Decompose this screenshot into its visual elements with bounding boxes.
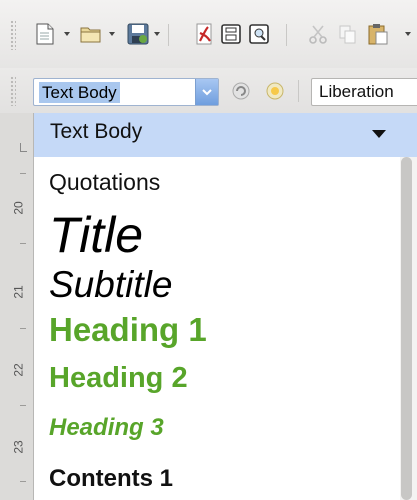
ruler-tick (20, 405, 26, 406)
toolbar-separator (298, 80, 299, 102)
export-pdf-icon[interactable] (192, 22, 216, 46)
style-list-scrollbar-thumb[interactable] (401, 157, 412, 500)
new-dropdown-arrow[interactable] (64, 32, 70, 36)
ruler-number: 21 (11, 285, 26, 299)
style-list-selected-label: Text Body (50, 120, 143, 143)
cut-icon[interactable] (306, 22, 330, 46)
vertical-ruler: 20 21 22 23 (0, 113, 34, 500)
ruler-corner (20, 143, 27, 152)
copy-icon[interactable] (336, 22, 360, 46)
ruler-number: 20 (11, 201, 26, 215)
ruler-tick (20, 328, 26, 329)
ruler-number: 22 (11, 363, 26, 377)
toolbar-separator (286, 24, 287, 46)
collapse-caret-icon[interactable] (372, 130, 386, 138)
style-option-heading-1[interactable]: Heading 1 (49, 311, 207, 349)
style-option-title[interactable]: Title (49, 206, 143, 264)
style-list-selected-row[interactable]: Text Body (34, 113, 417, 157)
style-option-heading-3[interactable]: Heading 3 (49, 414, 164, 442)
ruler-tick (20, 243, 26, 244)
font-name-combobox[interactable]: Liberation (311, 78, 417, 106)
ruler-number: 23 (11, 440, 26, 454)
print-icon[interactable] (219, 22, 243, 46)
save-dropdown-arrow[interactable] (154, 32, 160, 36)
style-option-subtitle[interactable]: Subtitle (49, 264, 172, 306)
toolbar-grip[interactable] (10, 76, 16, 106)
print-preview-icon[interactable] (247, 22, 271, 46)
save-icon[interactable] (126, 22, 150, 46)
paragraph-style-dropdown-button[interactable] (195, 79, 218, 105)
open-folder-icon[interactable] (79, 22, 103, 46)
style-option-contents-1[interactable]: Contents 1 (49, 465, 173, 493)
chevron-down-icon (202, 89, 212, 96)
paragraph-style-combobox[interactable]: Text Body (33, 78, 219, 106)
toolbar-grip[interactable] (10, 20, 16, 50)
new-style-icon[interactable] (264, 80, 286, 102)
open-dropdown-arrow[interactable] (109, 32, 115, 36)
update-style-icon[interactable] (230, 80, 252, 102)
toolbar-separator (168, 24, 169, 46)
paste-icon[interactable] (366, 22, 390, 46)
ruler-tick (20, 481, 26, 482)
paste-dropdown-arrow[interactable] (405, 32, 411, 36)
ruler-tick (20, 173, 26, 174)
new-document-icon[interactable] (33, 22, 57, 46)
style-option-quotations[interactable]: Quotations (49, 169, 160, 196)
style-option-heading-2[interactable]: Heading 2 (49, 362, 188, 395)
paragraph-style-value[interactable]: Text Body (39, 82, 120, 103)
standard-toolbar (0, 0, 417, 68)
